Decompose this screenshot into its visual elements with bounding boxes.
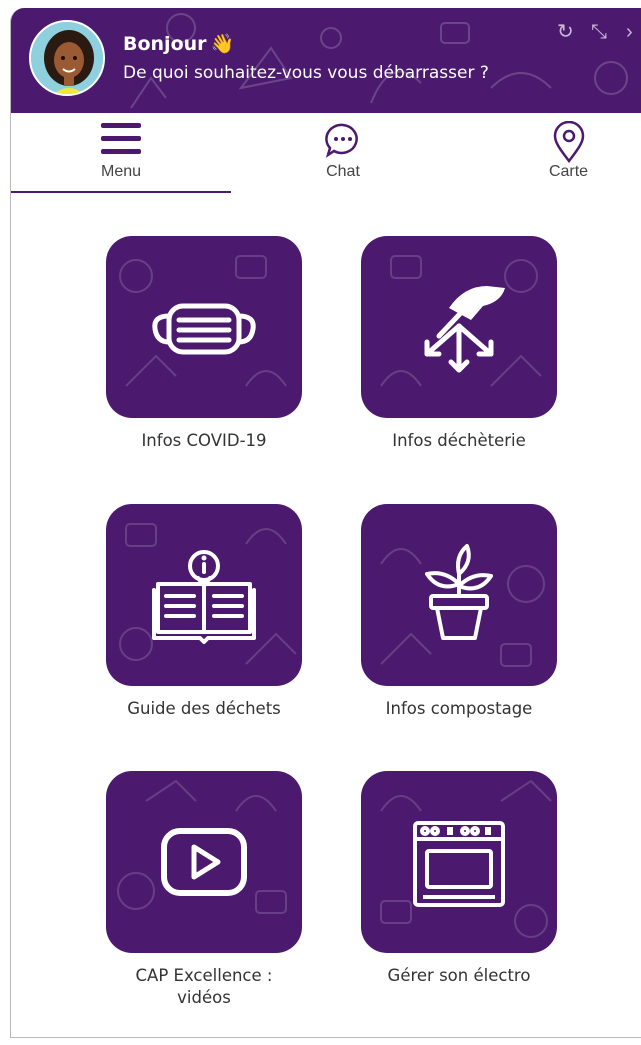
tab-chat[interactable]: Chat xyxy=(273,113,413,195)
tile-compostage[interactable]: Infos compostage xyxy=(361,504,557,720)
tile-covid-label: Infos COVID-19 xyxy=(141,431,267,450)
resize-icon[interactable]: ⤡ xyxy=(591,22,607,42)
tile-electro-card[interactable] xyxy=(361,771,557,953)
tile-videos[interactable]: CAP Excellence : vidéos xyxy=(106,771,302,1009)
map-pin-icon xyxy=(553,121,584,163)
info-book-icon xyxy=(152,550,256,644)
tab-carte[interactable]: Carte xyxy=(511,113,626,195)
tile-videos-card[interactable] xyxy=(106,771,302,953)
header: Bonjour 👋 De quoi souhaitez-vous vous déb… xyxy=(11,8,641,113)
app-window: Bonjour 👋 De quoi souhaitez-vous vous déb… xyxy=(10,8,641,1038)
tile-electro-label: Gérer son électro xyxy=(387,966,531,985)
tile-compostage-card[interactable] xyxy=(361,504,557,686)
tile-guide-card[interactable] xyxy=(106,504,302,686)
close-chevron-icon[interactable]: › xyxy=(626,22,633,42)
refresh-icon[interactable]: ↻ xyxy=(557,22,574,42)
tab-menu-label: Menu xyxy=(100,163,142,180)
oven-icon xyxy=(413,821,505,907)
tile-decheterie-card[interactable] xyxy=(361,236,557,418)
tile-decheterie[interactable]: Infos déchèterie xyxy=(361,236,557,452)
greeting-text: Bonjour xyxy=(123,33,207,55)
tile-guide[interactable]: Guide des déchets xyxy=(106,504,302,720)
tab-menu[interactable]: Menu xyxy=(51,113,191,195)
tile-decheterie-label: Infos déchèterie xyxy=(392,431,526,450)
tile-covid-card[interactable] xyxy=(106,236,302,418)
tile-compostage-label: Infos compostage xyxy=(385,699,533,718)
greeting-question: De quoi souhaitez-vous vous débarrasser … xyxy=(123,63,489,83)
tile-videos-label: CAP Excellence : vidéos xyxy=(135,966,273,1007)
drop-off-hand-icon xyxy=(424,286,505,373)
active-tab-indicator xyxy=(11,191,231,193)
assistant-avatar xyxy=(29,20,105,96)
greeting-title: Bonjour 👋 xyxy=(123,32,234,55)
tile-electro[interactable]: Gérer son électro xyxy=(361,771,557,987)
tile-covid[interactable]: Infos COVID-19 xyxy=(106,236,302,452)
hamburger-icon xyxy=(101,123,141,154)
video-play-icon xyxy=(161,828,247,896)
tab-bar: Menu Chat Carte xyxy=(11,113,641,195)
tab-chat-label: Chat xyxy=(326,163,360,180)
tab-carte-label: Carte xyxy=(548,163,589,180)
header-doodle-pattern xyxy=(130,13,628,109)
plant-pot-icon xyxy=(425,544,493,640)
tile-guide-label: Guide des déchets xyxy=(127,699,281,718)
waving-hand-icon: 👋 xyxy=(210,33,235,55)
chat-bubble-icon xyxy=(325,123,358,158)
face-mask-icon xyxy=(152,303,256,355)
